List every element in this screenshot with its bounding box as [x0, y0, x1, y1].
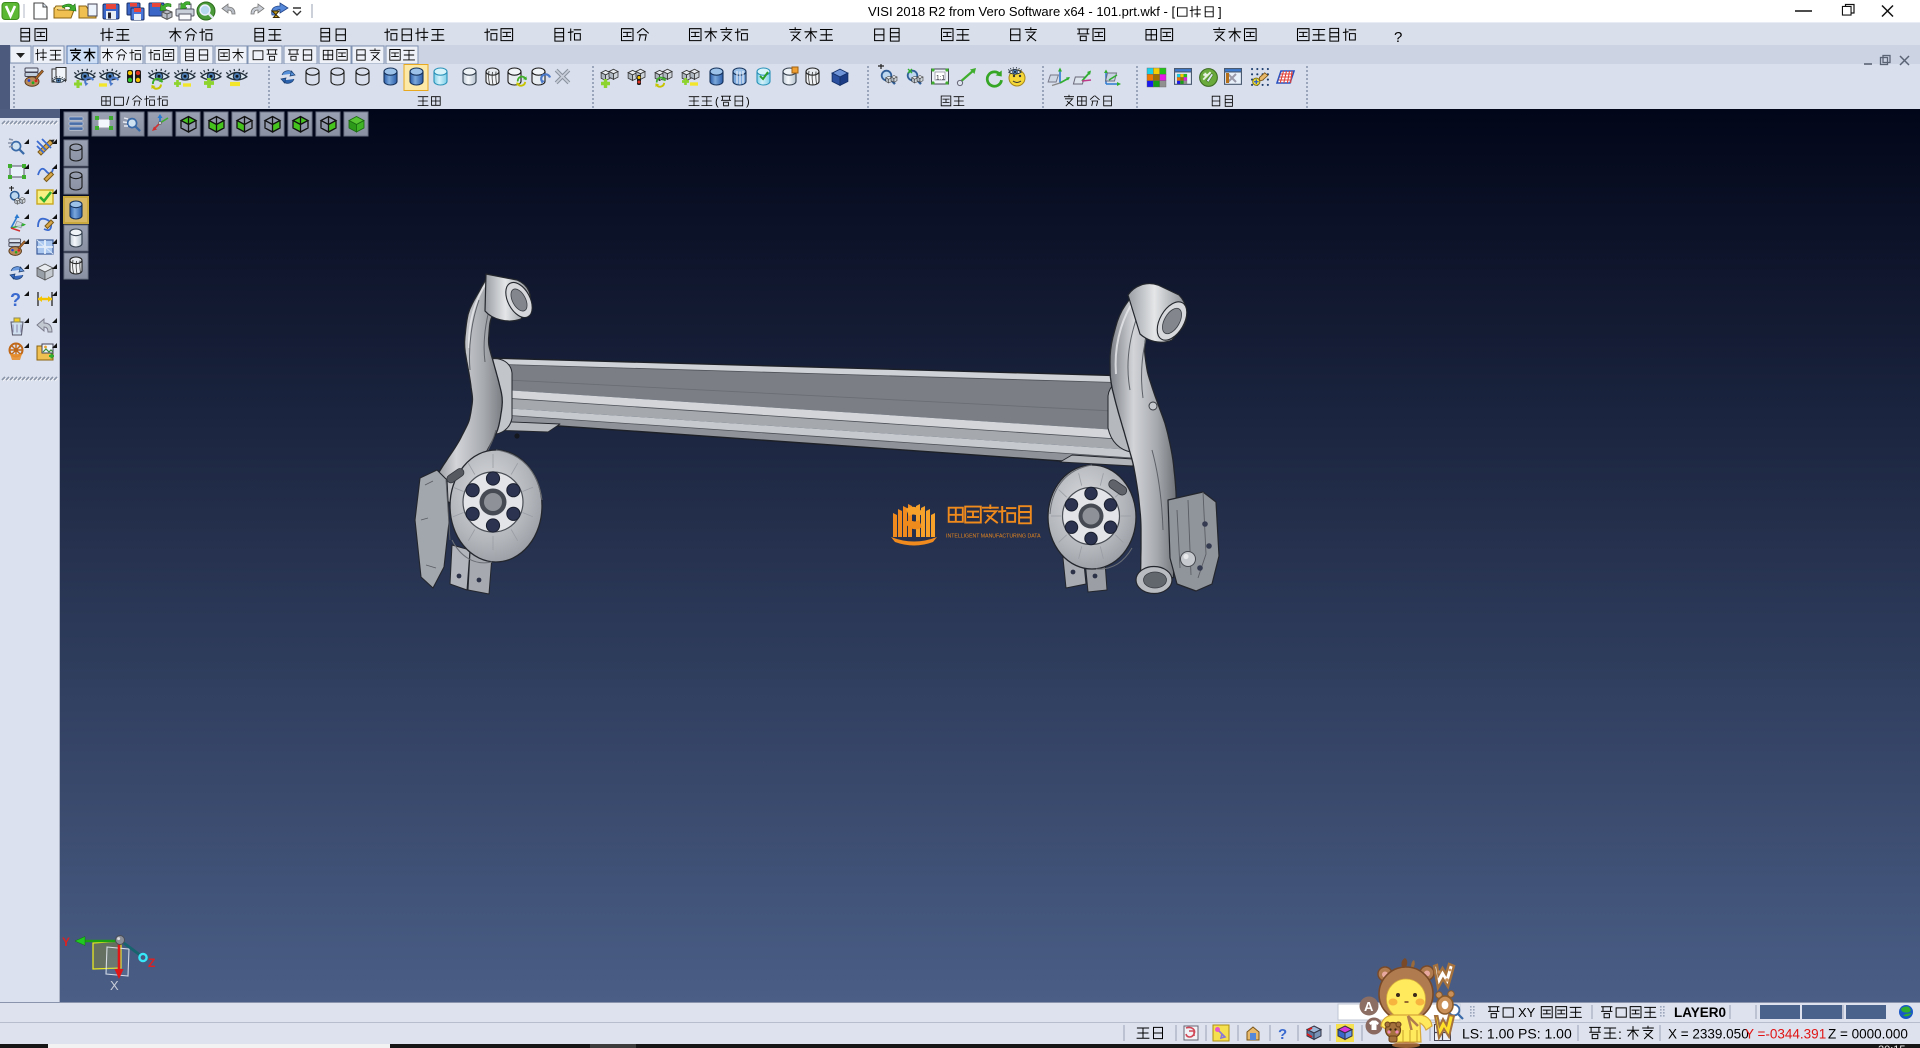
svg-text:]: ]	[1218, 5, 1222, 19]
svg-text:X = 2339.050: X = 2339.050	[1668, 1027, 1749, 1042]
svg-text::: :	[1618, 1026, 1622, 1042]
svg-text:INTELLIGENT MANUFACTURING DATA: INTELLIGENT MANUFACTURING DATA	[946, 534, 1041, 540]
svg-text:Z = 0000.000: Z = 0000.000	[1828, 1027, 1908, 1042]
svg-text:/: /	[126, 94, 130, 108]
svg-text:): )	[746, 96, 750, 108]
svg-text:Z: Z	[148, 956, 155, 970]
svg-text:1:1: 1:1	[936, 75, 945, 82]
svg-text:?: ?	[10, 290, 21, 310]
svg-text:?: ?	[1278, 1026, 1287, 1043]
svg-text:(: (	[715, 96, 719, 108]
svg-text:XY: XY	[1518, 1005, 1536, 1020]
svg-text:Y =-0344.391: Y =-0344.391	[1745, 1027, 1826, 1042]
svg-text:?: ?	[1394, 29, 1402, 46]
svg-text:X: X	[110, 978, 119, 993]
svg-text:A: A	[1364, 999, 1374, 1014]
svg-text:Y: Y	[62, 935, 70, 949]
svg-text:LAYER0: LAYER0	[1674, 1005, 1726, 1020]
svg-text:LS: 1.00 PS: 1.00: LS: 1.00 PS: 1.00	[1462, 1026, 1572, 1042]
